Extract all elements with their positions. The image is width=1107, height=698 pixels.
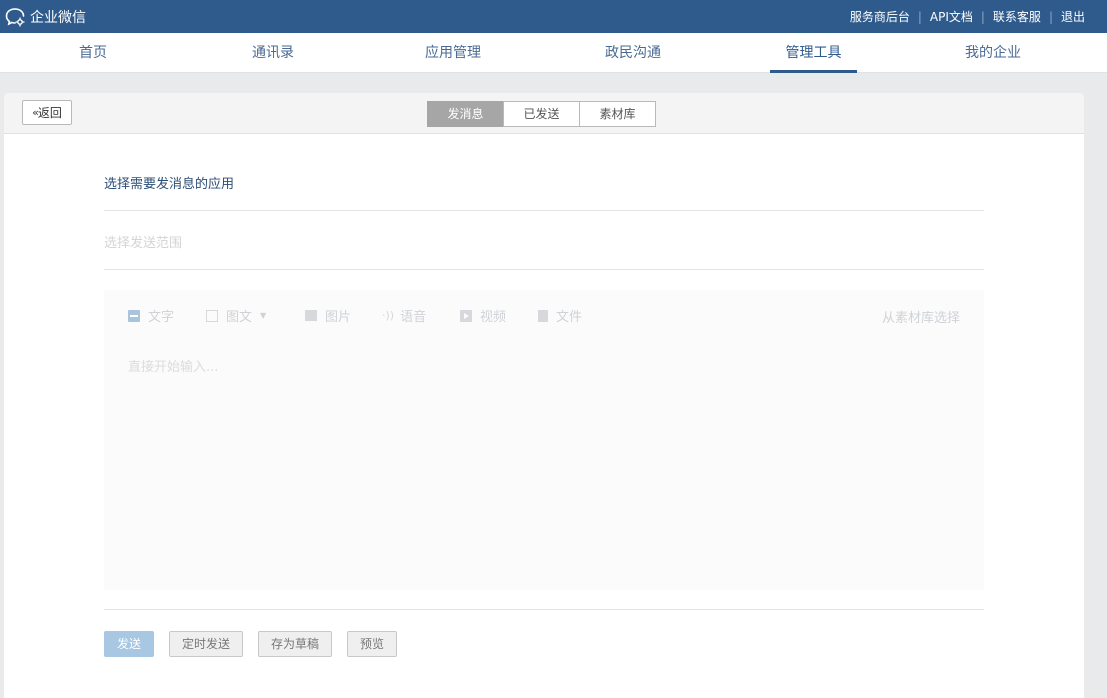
tool-file[interactable]: 文件 [538, 307, 583, 325]
api-docs-link[interactable]: API文档 [930, 8, 973, 25]
nav-item-apps[interactable]: 应用管理 [413, 33, 493, 73]
double-chevron-left-icon: ‹‹ [32, 106, 39, 119]
select-app-link[interactable]: 选择需要发消息的应用 [104, 173, 234, 192]
tool-label: 语音 [400, 310, 427, 325]
divider [104, 609, 984, 610]
main-nav: 首页 通讯录 应用管理 政民沟通 管理工具 我的企业 [0, 33, 1107, 73]
tool-label: 视频 [480, 310, 507, 325]
image-icon [305, 310, 317, 321]
tool-news[interactable]: 图文 ▼ [206, 307, 267, 325]
support-link[interactable]: 联系客服 [993, 8, 1041, 25]
file-icon [538, 309, 548, 322]
app-logo[interactable]: 企业微信 [5, 6, 86, 28]
tool-label: 文件 [556, 310, 583, 325]
nav-item-contacts[interactable]: 通讯录 [233, 33, 313, 73]
separator: | [917, 9, 922, 24]
back-label: 返回 [37, 106, 62, 120]
tab-library[interactable]: 素材库 [579, 101, 656, 127]
logout-link[interactable]: 退出 [1061, 8, 1085, 25]
text-icon [128, 309, 140, 322]
message-editor: 文字 图文 ▼ 图片 ·)) 语音 视频 文件 从素材库选择 直接开始输入... [104, 290, 984, 590]
tool-label: 图片 [325, 310, 352, 325]
select-range-placeholder[interactable]: 选择发送范围 [104, 232, 182, 251]
nav-item-my-company[interactable]: 我的企业 [953, 33, 1033, 73]
top-header-bar: 企业微信 服务商后台 | API文档 | 联系客服 | 退出 [0, 0, 1107, 33]
wechat-work-logo-icon [5, 8, 25, 27]
news-icon [206, 309, 218, 322]
tab-sent[interactable]: 已发送 [503, 101, 580, 127]
nav-item-home[interactable]: 首页 [53, 33, 133, 73]
tool-label: 图文 [226, 310, 253, 325]
video-icon [460, 309, 472, 322]
editor-toolbar: 文字 图文 ▼ 图片 ·)) 语音 视频 文件 从素材库选择 [104, 290, 984, 339]
service-admin-link[interactable]: 服务商后台 [850, 8, 910, 25]
message-tabs: 发消息 已发送 素材库 [427, 101, 656, 127]
save-draft-button[interactable]: 存为草稿 [258, 631, 332, 657]
app-title: 企业微信 [30, 10, 86, 26]
schedule-send-button[interactable]: 定时发送 [169, 631, 243, 657]
nav-item-tools[interactable]: 管理工具 [770, 33, 857, 73]
tool-text[interactable]: 文字 [128, 307, 175, 325]
tool-voice[interactable]: ·)) 语音 [382, 307, 427, 325]
send-button[interactable]: 发送 [104, 631, 154, 657]
tool-image[interactable]: 图片 [305, 307, 352, 325]
caret-down-icon: ▼ [260, 311, 267, 320]
preview-button[interactable]: 预览 [347, 631, 397, 657]
select-range-row[interactable]: 选择发送范围 [104, 211, 984, 270]
message-panel: ‹‹ 返回 发消息 已发送 素材库 选择需要发消息的应用 选择发送范围 文字 图… [4, 93, 1084, 698]
nav-item-government[interactable]: 政民沟通 [593, 33, 673, 73]
select-app-row[interactable]: 选择需要发消息的应用 [104, 163, 984, 211]
separator: | [1048, 9, 1053, 24]
tab-send-message[interactable]: 发消息 [427, 101, 504, 127]
voice-icon: ·)) [382, 309, 395, 322]
message-input[interactable]: 直接开始输入... [128, 356, 218, 375]
back-button[interactable]: ‹‹ 返回 [22, 100, 72, 125]
tool-label: 文字 [148, 310, 175, 325]
tool-video[interactable]: 视频 [460, 307, 507, 325]
panel-header: ‹‹ 返回 发消息 已发送 素材库 [4, 93, 1084, 134]
separator: | [980, 9, 985, 24]
top-links: 服务商后台 | API文档 | 联系客服 | 退出 [850, 0, 1085, 33]
from-library-link[interactable]: 从素材库选择 [882, 307, 960, 326]
